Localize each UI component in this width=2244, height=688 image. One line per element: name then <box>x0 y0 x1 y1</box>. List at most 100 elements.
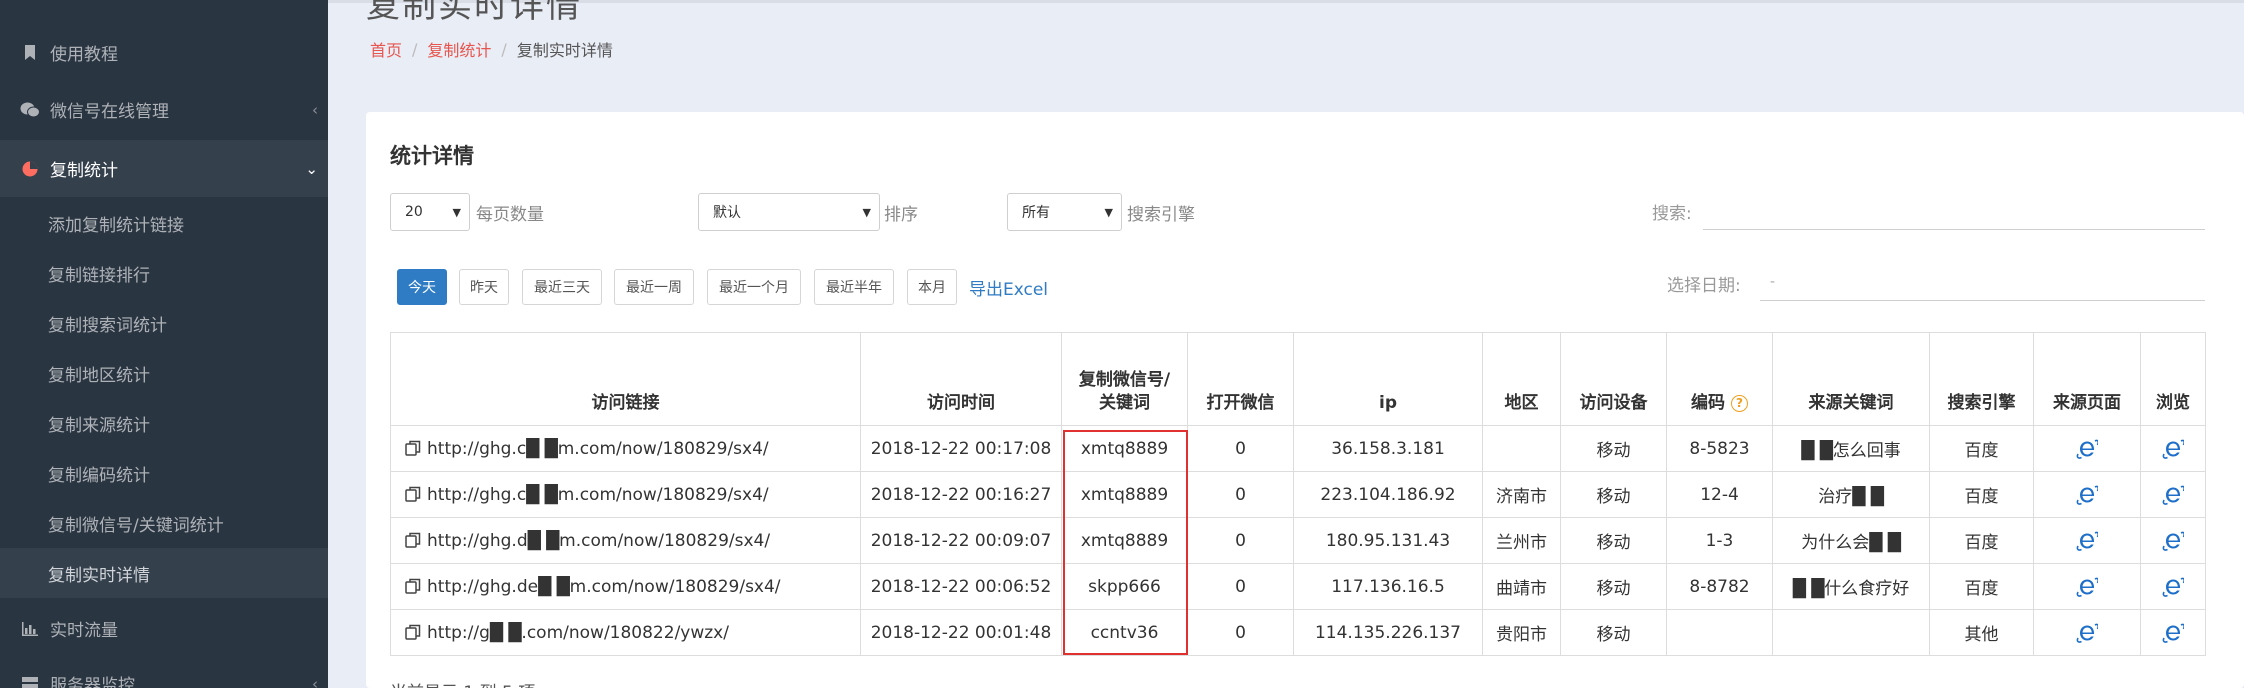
sidebar-item-label: 实时流量 <box>50 621 118 641</box>
col-header-wechat-keyword-label: 复制微信号/关键词 <box>1078 370 1171 413</box>
sidebar-subitem-region[interactable]: 复制地区统计 <box>0 348 328 398</box>
date-range-input[interactable] <box>1760 263 2205 301</box>
col-header-url[interactable]: 访问链接 <box>390 332 861 426</box>
date-yesterday-button[interactable]: 昨天 <box>459 269 509 305</box>
col-header-code[interactable]: 编码? <box>1666 332 1773 426</box>
ie-browser-icon[interactable] <box>2162 622 2185 644</box>
col-header-browse[interactable]: 浏览 <box>2140 332 2206 426</box>
cell-open-wechat: 0 <box>1187 563 1294 610</box>
search-engine-select[interactable]: 所有 ▼ <box>1007 193 1122 231</box>
ie-browser-icon[interactable] <box>2076 484 2099 506</box>
sort-select[interactable]: 默认 ▼ <box>698 193 880 231</box>
ie-browser-icon[interactable] <box>2076 438 2099 460</box>
breadcrumb-home[interactable]: 首页 <box>370 37 402 61</box>
breadcrumb-parent[interactable]: 复制统计 <box>427 37 491 61</box>
date-today-button[interactable]: 今天 <box>397 269 447 305</box>
col-header-device[interactable]: 访问设备 <box>1560 332 1667 426</box>
ie-browser-icon[interactable] <box>2076 576 2099 598</box>
col-header-source-keyword[interactable]: 来源关键词 <box>1772 332 1930 426</box>
ie-browser-icon[interactable] <box>2162 484 2185 506</box>
search-input[interactable] <box>1703 192 2205 230</box>
sidebar-item-realtime-traffic[interactable]: 实时流量 <box>0 600 328 657</box>
sidebar-item-label: 服务器监控 <box>50 676 135 688</box>
visit-url-link[interactable]: http://ghg.de█ █m.com/now/180829/sx4/ <box>427 577 781 597</box>
cell-device: 移动 <box>1560 609 1667 656</box>
date-halfyear-button[interactable]: 最近半年 <box>814 269 894 305</box>
cell-search-engine: 百度 <box>1929 563 2034 610</box>
stats-table: 访问链接 访问时间 复制微信号/关键词 打开微信 ip 地区 访问设备 编码? … <box>390 332 2206 656</box>
cell-source-keyword: 治疗█ █ <box>1772 471 1930 518</box>
cell-url: http://g█ █.com/now/180822/ywzx/ <box>390 609 861 656</box>
copy-icon[interactable] <box>405 578 421 594</box>
sidebar-subitem-code[interactable]: 复制编码统计 <box>0 448 328 498</box>
server-icon <box>20 676 40 688</box>
copy-icon[interactable] <box>405 532 421 548</box>
cell-search-engine: 其他 <box>1929 609 2034 656</box>
sort-label: 排序 <box>884 205 918 225</box>
sidebar-item-copy-stats[interactable]: 复制统计 ⌄ <box>0 140 328 197</box>
bar-chart-icon <box>20 621 40 636</box>
col-header-search-engine[interactable]: 搜索引擎 <box>1929 332 2034 426</box>
sidebar-item-label: 微信号在线管理 <box>50 102 169 122</box>
export-excel-link[interactable]: 导出Excel <box>969 275 1048 300</box>
cell-source-keyword: 为什么会█ █ <box>1772 517 1930 564</box>
copy-icon[interactable] <box>405 440 421 456</box>
ie-browser-icon[interactable] <box>2162 530 2185 552</box>
cell-browse <box>2140 471 2206 518</box>
sidebar-item-wechat-manage[interactable]: 微信号在线管理 ‹ <box>0 81 328 138</box>
col-header-wechat-keyword[interactable]: 复制微信号/关键词 <box>1061 332 1188 426</box>
cell-source-keyword <box>1772 609 1930 656</box>
col-header-source-page[interactable]: 来源页面 <box>2033 332 2141 426</box>
breadcrumb: 首页 / 复制统计 / 复制实时详情 <box>370 37 613 61</box>
sidebar-subitem-source[interactable]: 复制来源统计 <box>0 398 328 448</box>
date-3days-button[interactable]: 最近三天 <box>522 269 602 305</box>
date-month-range-button[interactable]: 最近一个月 <box>707 269 801 305</box>
sidebar-subitem-search-word[interactable]: 复制搜索词统计 <box>0 298 328 348</box>
cell-region: 兰州市 <box>1482 517 1561 564</box>
cell-time: 2018-12-22 00:16:27 <box>860 471 1062 518</box>
cell-ip: 223.104.186.92 <box>1293 471 1483 518</box>
cell-source-page <box>2033 609 2141 656</box>
cell-search-engine: 百度 <box>1929 425 2034 472</box>
cell-url: http://ghg.de█ █m.com/now/180829/sx4/ <box>390 563 861 610</box>
cell-url: http://ghg.c█ █m.com/now/180829/sx4/ <box>390 425 861 472</box>
cell-url: http://ghg.c█ █m.com/now/180829/sx4/ <box>390 471 861 518</box>
sidebar-item-server-monitor[interactable]: 服务器监控 ‹ <box>0 655 328 688</box>
table-header-row: 访问链接 访问时间 复制微信号/关键词 打开微信 ip 地区 访问设备 编码? … <box>390 332 2206 426</box>
date-week-button[interactable]: 最近一周 <box>614 269 694 305</box>
col-header-ip[interactable]: ip <box>1293 332 1483 426</box>
ie-browser-icon[interactable] <box>2076 530 2099 552</box>
sidebar-subitem-realtime-detail[interactable]: 复制实时详情 <box>0 548 328 598</box>
date-filter-label: 选择日期: <box>1667 276 1741 296</box>
visit-url-link[interactable]: http://ghg.d█ █m.com/now/180829/sx4/ <box>427 531 770 551</box>
sidebar-subitem-wechat-keyword[interactable]: 复制微信号/关键词统计 <box>0 498 328 548</box>
breadcrumb-current: 复制实时详情 <box>516 41 613 60</box>
ie-browser-icon[interactable] <box>2076 622 2099 644</box>
visit-url-link[interactable]: http://ghg.c█ █m.com/now/180829/sx4/ <box>427 485 769 505</box>
sidebar-subitem-link-rank[interactable]: 复制链接排行 <box>0 248 328 298</box>
col-header-time[interactable]: 访问时间 <box>860 332 1062 426</box>
sidebar-subitem-add-link[interactable]: 添加复制统计链接 <box>0 198 328 248</box>
ie-browser-icon[interactable] <box>2162 576 2185 598</box>
page-size-select[interactable]: 20 ▼ <box>390 193 470 231</box>
copy-icon[interactable] <box>405 486 421 502</box>
cell-browse <box>2140 517 2206 564</box>
cell-browse <box>2140 425 2206 472</box>
cell-code: 12-4 <box>1666 471 1773 518</box>
chevron-down-icon: ⌄ <box>305 159 318 178</box>
col-header-open-wechat[interactable]: 打开微信 <box>1187 332 1294 426</box>
visit-url-link[interactable]: http://g█ █.com/now/180822/ywzx/ <box>427 623 729 643</box>
search-engine-label: 搜索引擎 <box>1127 205 1195 225</box>
col-header-region[interactable]: 地区 <box>1482 332 1561 426</box>
visit-url-link[interactable]: http://ghg.c█ █m.com/now/180829/sx4/ <box>427 439 769 459</box>
cell-wechat: xmtq8889 <box>1061 471 1188 518</box>
cell-wechat: xmtq8889 <box>1061 425 1188 472</box>
ie-browser-icon[interactable] <box>2162 438 2185 460</box>
sidebar-item-tutorial[interactable]: 使用教程 <box>0 24 328 81</box>
date-this-month-button[interactable]: 本月 <box>907 269 957 305</box>
copy-icon[interactable] <box>405 624 421 640</box>
page-size-value: 20 <box>405 204 423 220</box>
help-icon[interactable]: ? <box>1731 395 1748 412</box>
cell-region: 曲靖市 <box>1482 563 1561 610</box>
cell-region <box>1482 425 1561 472</box>
